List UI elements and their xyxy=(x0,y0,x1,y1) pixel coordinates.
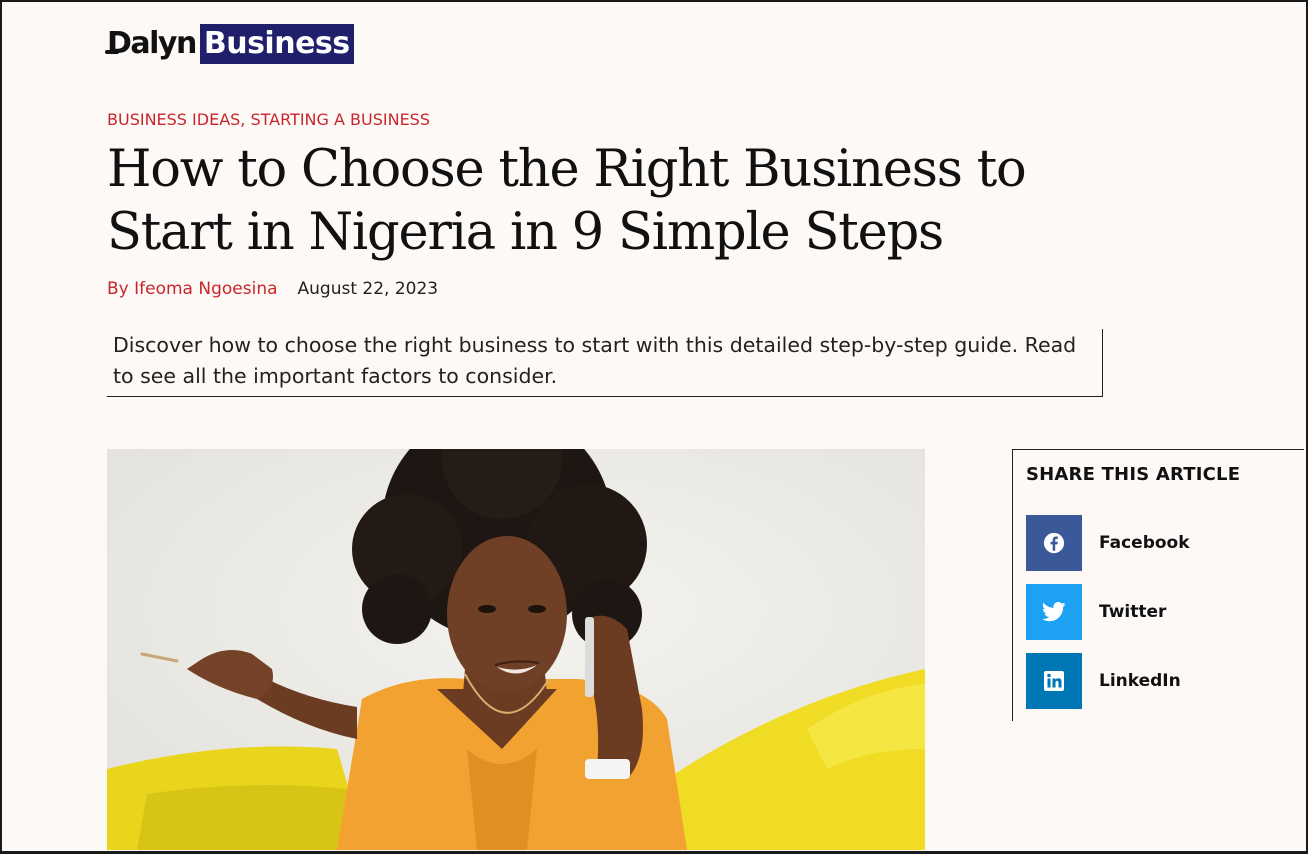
category-separator: , xyxy=(240,110,251,129)
article-summary: Discover how to choose the right busines… xyxy=(107,329,1103,397)
publish-date: August 22, 2023 xyxy=(297,279,439,299)
hero-image xyxy=(107,449,925,850)
author-link[interactable]: By Ifeoma Ngoesina xyxy=(107,279,278,299)
logo-wordmark: Dalyn xyxy=(105,26,197,61)
share-facebook-label: Facebook xyxy=(1099,533,1190,553)
category-link-starting-a-business[interactable]: STARTING A BUSINESS xyxy=(250,110,430,129)
category-link-business-ideas[interactable]: BUSINESS IDEAS xyxy=(107,110,240,129)
share-linkedin-label: LinkedIn xyxy=(1099,671,1181,691)
article-meta: By Ifeoma Ngoesina August 22, 2023 xyxy=(107,279,438,299)
share-twitter-button[interactable]: Twitter xyxy=(1026,584,1166,640)
article-title-line-2: Start in Nigeria in 9 Simple Steps xyxy=(107,203,944,262)
share-panel: SHARE THIS ARTICLE Facebook Twitter Link… xyxy=(1012,449,1304,721)
facebook-icon xyxy=(1026,515,1082,571)
article-title-line-1: How to Choose the Right Business to xyxy=(107,140,1027,199)
category-links: BUSINESS IDEAS, STARTING A BUSINESS xyxy=(107,110,430,129)
linkedin-icon xyxy=(1026,653,1082,709)
share-title: SHARE THIS ARTICLE xyxy=(1026,464,1241,485)
logo-dash xyxy=(105,50,119,54)
share-facebook-button[interactable]: Facebook xyxy=(1026,515,1190,571)
share-twitter-label: Twitter xyxy=(1099,602,1167,622)
site-logo[interactable]: Dalyn Business xyxy=(105,24,354,64)
article-title: How to Choose the Right Business to Star… xyxy=(107,138,1087,264)
twitter-icon xyxy=(1026,584,1082,640)
share-linkedin-button[interactable]: LinkedIn xyxy=(1026,653,1181,709)
logo-business-box: Business xyxy=(199,24,354,64)
